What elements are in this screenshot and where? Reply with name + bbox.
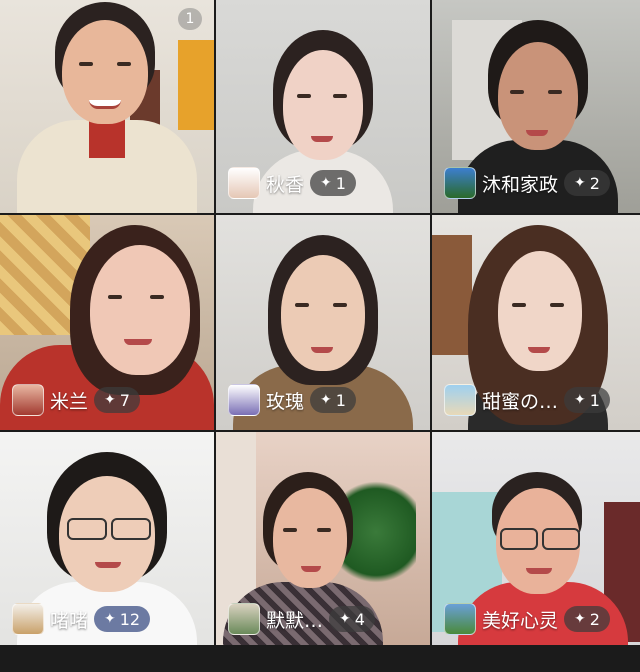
sparkle-icon: ✦ xyxy=(574,392,586,408)
participant-name-bar: 默默… ✦ 4 xyxy=(228,603,375,635)
gift-count: 4 xyxy=(354,609,365,629)
avatar xyxy=(444,603,476,635)
video-tile[interactable]: 美好心灵 ✦ 2 xyxy=(432,432,640,649)
bottom-bar xyxy=(0,645,640,672)
participant-name: 美好心灵 xyxy=(482,609,559,632)
avatar xyxy=(12,603,44,635)
avatar xyxy=(228,384,260,416)
gift-count-badge: ✦ 12 xyxy=(94,606,151,632)
participant-name-bar: 美好心灵 ✦ 2 xyxy=(444,603,610,635)
gift-count: 1 xyxy=(589,390,600,410)
avatar xyxy=(228,603,260,635)
video-tile[interactable]: 米兰 ✦ 7 xyxy=(0,215,214,430)
sparkle-icon: ✦ xyxy=(104,392,116,408)
participant-name: 甜蜜の… xyxy=(482,390,559,413)
gift-count: 1 xyxy=(335,173,346,193)
avatar xyxy=(444,167,476,199)
sparkle-icon: ✦ xyxy=(104,611,116,627)
video-tile[interactable]: 秋香 ✦ 1 xyxy=(216,0,430,213)
video-grid: 1 秋香 ✦ 1 沐和家政 ✦ 2 米兰 ✦ 7 玫瑰 ✦ 1 甜蜜の… ✦ 1… xyxy=(0,0,640,649)
participant-name: 米兰 xyxy=(50,390,89,413)
participant-name-bar: 秋香 ✦ 1 xyxy=(228,167,356,199)
gift-count: 12 xyxy=(119,609,141,629)
gift-count: 7 xyxy=(119,390,130,410)
gift-count-badge: ✦ 4 xyxy=(329,606,375,632)
video-tile[interactable]: 玫瑰 ✦ 1 xyxy=(216,215,430,430)
video-tile-host[interactable]: 1 xyxy=(0,0,214,213)
participant-name-bar: 沐和家政 ✦ 2 xyxy=(444,167,610,199)
participant-name-bar: 米兰 ✦ 7 xyxy=(12,384,140,416)
gift-count-badge: ✦ 2 xyxy=(564,606,610,632)
gift-count-badge: ✦ 1 xyxy=(310,387,356,413)
avatar xyxy=(228,167,260,199)
video-tile[interactable]: 默默… ✦ 4 xyxy=(216,432,430,649)
sparkle-icon: ✦ xyxy=(320,392,332,408)
video-tile[interactable]: 甜蜜の… ✦ 1 xyxy=(432,215,640,430)
avatar xyxy=(444,384,476,416)
participant-name: 沐和家政 xyxy=(482,173,559,196)
participant-name: 玫瑰 xyxy=(266,390,305,413)
sparkle-icon: ✦ xyxy=(574,175,586,191)
participant-name-bar: 啫啫 ✦ 12 xyxy=(12,603,151,635)
gift-count-badge: ✦ 2 xyxy=(564,170,610,196)
participant-count-badge: 1 xyxy=(178,8,202,30)
gift-count: 1 xyxy=(335,390,346,410)
gift-count-badge: ✦ 1 xyxy=(564,387,610,413)
participant-video xyxy=(7,0,207,213)
avatar xyxy=(12,384,44,416)
participant-name-bar: 甜蜜の… ✦ 1 xyxy=(444,384,610,416)
gift-count: 2 xyxy=(589,609,600,629)
video-tile[interactable]: 沐和家政 ✦ 2 xyxy=(432,0,640,213)
participant-name: 啫啫 xyxy=(50,609,89,632)
gift-count: 2 xyxy=(589,173,600,193)
sparkle-icon: ✦ xyxy=(320,175,332,191)
video-tile[interactable]: 啫啫 ✦ 12 xyxy=(0,432,214,649)
sparkle-icon: ✦ xyxy=(574,611,586,627)
participant-name: 秋香 xyxy=(266,173,305,196)
participant-name: 默默… xyxy=(266,609,324,632)
gift-count-badge: ✦ 1 xyxy=(310,170,356,196)
participant-name-bar: 玫瑰 ✦ 1 xyxy=(228,384,356,416)
sparkle-icon: ✦ xyxy=(339,611,351,627)
gift-count-badge: ✦ 7 xyxy=(94,387,140,413)
